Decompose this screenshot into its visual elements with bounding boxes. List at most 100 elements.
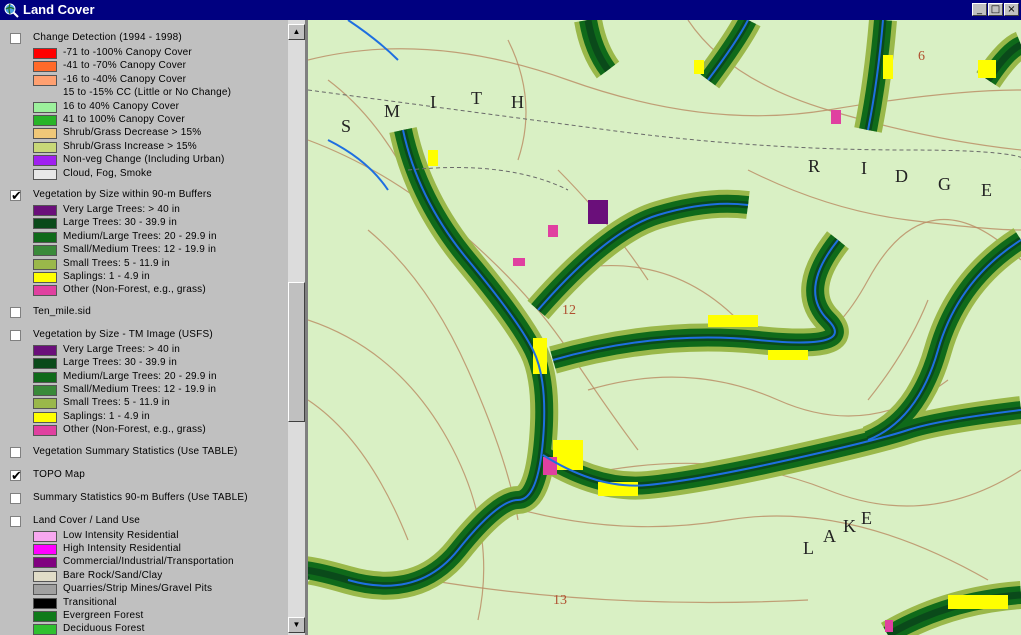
checkmark-icon: ✔ [11, 188, 22, 203]
legend-swatch [33, 544, 57, 555]
legend-swatch [33, 205, 57, 216]
map-label: E [981, 180, 994, 200]
vegetation-patch [513, 258, 525, 266]
legend-swatch [33, 218, 57, 230]
legend-swatch [33, 155, 57, 167]
map-label: T [471, 88, 484, 108]
vegetation-patch [548, 225, 558, 237]
layer-name: Vegetation Summary Statistics (Use TABLE… [33, 445, 238, 457]
map-label: K [843, 516, 858, 536]
legend-label: Medium/Large Trees: 20 - 29.9 in [63, 230, 217, 242]
layer-name: Land Cover / Land Use [33, 514, 141, 526]
layer-name: TOPO Map [33, 468, 85, 480]
legend-swatch [33, 48, 57, 59]
vegetation-patch [553, 440, 583, 470]
legend-label: Large Trees: 30 - 39.9 in [63, 357, 177, 369]
layer-visibility-checkbox[interactable] [10, 306, 21, 318]
vegetation-patch [978, 60, 996, 78]
vegetation-patch [708, 315, 758, 327]
layer-name: Vegetation by Size within 90-m Buffers [33, 189, 212, 200]
legend-label: -16 to -40% Canopy Cover [63, 73, 187, 85]
legend-swatch [33, 411, 57, 423]
section-number: 12 [562, 303, 576, 318]
legend-label: Small/Medium Trees: 12 - 19.9 in [63, 244, 217, 256]
map-label: G [938, 174, 953, 194]
section-number: 13 [553, 593, 567, 608]
map-canvas [308, 20, 1021, 635]
legend-swatch [33, 358, 57, 370]
legend-swatch [33, 61, 57, 73]
legend-label: Evergreen Forest [63, 610, 144, 621]
legend-label: Commercial/Industrial/Transportation [63, 556, 234, 568]
legend-swatch [33, 115, 57, 126]
vegetation-patch [428, 150, 438, 166]
vegetation-patch [694, 60, 704, 74]
layer-visibility-checkbox[interactable] [10, 33, 21, 44]
map-label: I [430, 92, 438, 112]
legend-label: Other (Non-Forest, e.g., grass) [63, 284, 206, 296]
legend-swatch [33, 128, 57, 140]
legend-label: Small/Medium Trees: 12 - 19.9 in [63, 384, 217, 395]
legend-swatch [33, 584, 57, 596]
table-of-contents: Change Detection (1994 - 1998) -71 to -10… [0, 20, 288, 635]
maximize-button[interactable]: □ [988, 3, 1003, 16]
legend-label: Small Trees: 5 - 11.9 in [63, 257, 170, 269]
legend-label: Large Trees: 30 - 39.9 in [63, 217, 177, 229]
legend-swatch [33, 231, 57, 243]
legend-label: Bare Rock/Sand/Clay [63, 569, 163, 581]
scroll-up-button[interactable]: ▲ [288, 24, 305, 40]
map-view[interactable]: S M I T H R I D G E L A K E 12 13 6 [308, 20, 1021, 635]
layer-visibility-checkbox[interactable]: ✔ [10, 469, 22, 482]
vegetation-patch [768, 350, 808, 360]
legend-label: High Intensity Residential [63, 543, 182, 554]
legend-swatch [33, 570, 57, 582]
layer-visibility-checkbox[interactable] [10, 492, 21, 504]
layer-visibility-checkbox[interactable] [10, 515, 21, 527]
legend-label: Other (Non-Forest, e.g., grass) [63, 424, 206, 436]
legend-swatch [33, 285, 57, 297]
legend-label: Medium/Large Trees: 20 - 29.9 in [63, 370, 217, 382]
layer-visibility-checkbox[interactable] [10, 446, 21, 458]
layer-name: Summary Statistics 90-m Buffers (Use TAB… [33, 491, 248, 503]
vegetation-patch [885, 620, 893, 632]
legend-label: Very Large Trees: > 40 in [63, 343, 181, 355]
legend-label: Saplings: 1 - 4.9 in [63, 271, 150, 282]
section-number: 6 [918, 49, 925, 64]
legend-swatch [33, 245, 57, 257]
layer-visibility-checkbox[interactable] [10, 329, 21, 341]
map-label: A [823, 526, 838, 546]
legend-label: -41 to -70% Canopy Cover [63, 60, 187, 72]
legend-label: Very Large Trees: > 40 in [63, 204, 181, 215]
legend-label: Deciduous Forest [63, 623, 145, 635]
scroll-down-button[interactable]: ▼ [288, 617, 305, 633]
vegetation-patch [588, 200, 608, 224]
globe-magnifier-icon [4, 3, 19, 18]
map-label: M [384, 101, 403, 121]
legend-swatch [33, 385, 57, 396]
legend-label: Saplings: 1 - 4.9 in [63, 410, 150, 422]
legend-label: Transitional [63, 596, 117, 608]
legend-swatch [33, 141, 57, 153]
title-bar: Land Cover _ □ × [0, 0, 1021, 20]
scroll-thumb[interactable] [288, 282, 305, 422]
vegetation-patch [883, 55, 893, 79]
layer-visibility-checkbox[interactable]: ✔ [10, 188, 22, 203]
legend-label: Cloud, Fog, Smoke [63, 167, 152, 179]
vegetation-patch [831, 110, 841, 124]
map-label: I [861, 158, 869, 178]
legend-swatch [33, 611, 57, 622]
close-button[interactable]: × [1004, 3, 1019, 16]
legend-swatch [33, 168, 57, 180]
legend-swatch [33, 258, 57, 270]
legend-label: Shrub/Grass Increase > 15% [63, 140, 197, 152]
legend-swatch [33, 398, 57, 410]
legend-swatch [33, 371, 57, 383]
minimize-button[interactable]: _ [972, 3, 987, 16]
legend-label: Non-veg Change (Including Urban) [63, 154, 225, 166]
legend-swatch [33, 272, 57, 283]
legend-swatch [33, 597, 57, 609]
legend-label: 15 to -15% CC (Little or No Change) [63, 87, 232, 99]
toc-scrollbar[interactable]: ▲ ▼ [288, 20, 305, 635]
layer-name: Vegetation by Size - TM Image (USFS) [33, 328, 213, 340]
legend-swatch [33, 530, 57, 542]
